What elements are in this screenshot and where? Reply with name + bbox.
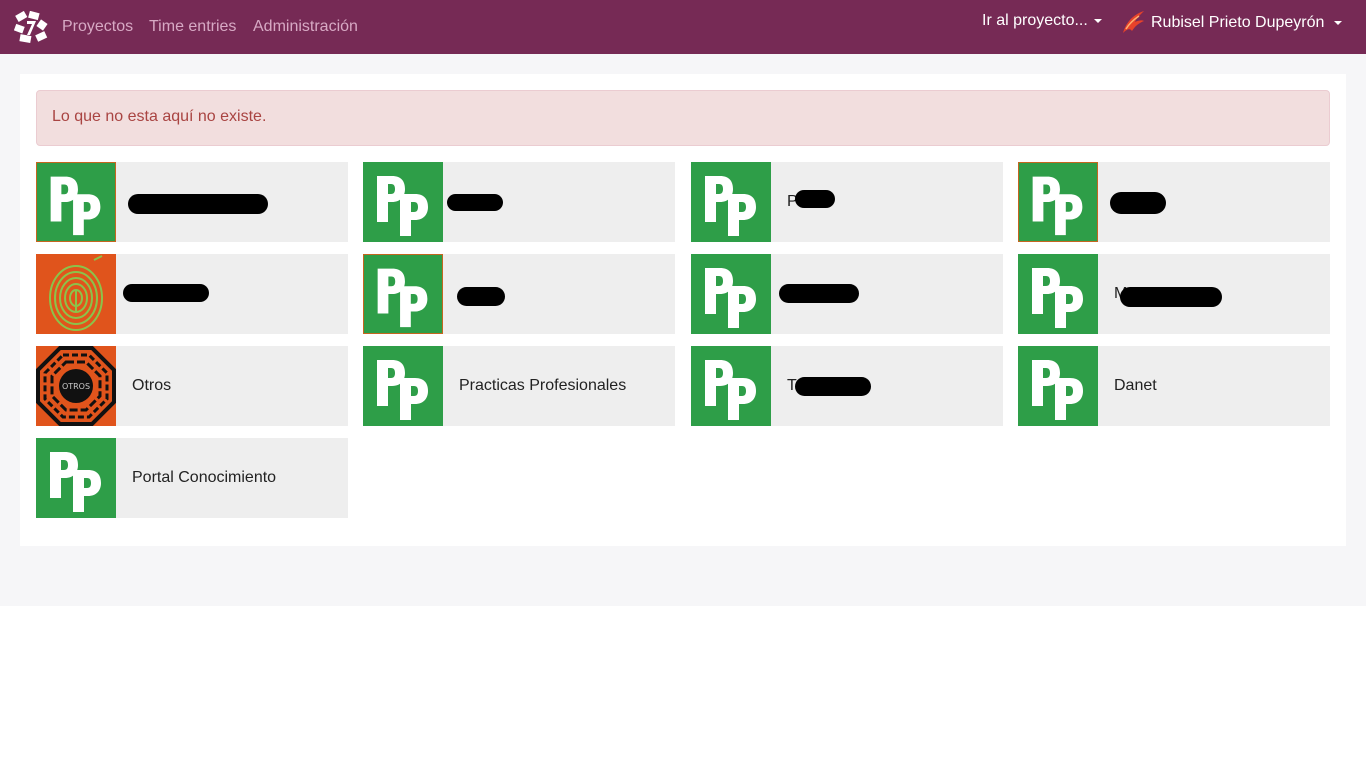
alert-message: Lo que no esta aquí no existe. xyxy=(36,90,1330,146)
project-name: Otros xyxy=(132,377,172,394)
redaction-mark xyxy=(457,287,505,306)
nav-link-time-entries[interactable]: Time entries xyxy=(149,18,236,36)
project-name: Practicas Profesionales xyxy=(459,377,627,394)
pp-logo-icon xyxy=(36,162,116,242)
app-logo-icon[interactable] xyxy=(14,11,48,43)
pp-logo-icon xyxy=(363,254,443,334)
user-avatar-icon[interactable] xyxy=(1120,9,1146,35)
nav-link-proyectos[interactable]: Proyectos xyxy=(62,18,133,36)
project-card[interactable] xyxy=(363,162,675,242)
project-card[interactable] xyxy=(36,254,348,334)
pp-logo-icon xyxy=(1018,162,1098,242)
pp-logo-icon xyxy=(691,162,771,242)
project-card[interactable]: P xyxy=(691,162,1003,242)
pp-logo-icon xyxy=(691,254,771,334)
pp-logo-icon xyxy=(36,438,116,518)
redaction-mark xyxy=(779,284,859,303)
caret-down-icon xyxy=(1093,18,1102,23)
project-card[interactable] xyxy=(1018,162,1330,242)
redaction-mark xyxy=(1110,192,1166,214)
pp-logo-icon xyxy=(363,162,443,242)
redaction-mark xyxy=(128,194,268,214)
goto-project-dropdown[interactable]: Ir al proyecto... xyxy=(982,12,1102,30)
project-card[interactable] xyxy=(36,162,348,242)
pp-logo-icon xyxy=(691,346,771,426)
redaction-mark xyxy=(123,284,209,302)
project-card[interactable]: Portal Conocimiento xyxy=(36,438,348,518)
project-card[interactable]: Danet xyxy=(1018,346,1330,426)
redaction-mark xyxy=(447,194,503,211)
pp-logo-icon xyxy=(1018,346,1098,426)
nav-link-administracion[interactable]: Administración xyxy=(253,18,358,36)
project-card[interactable]: T xyxy=(691,346,1003,426)
pp-logo-icon xyxy=(363,346,443,426)
project-card[interactable] xyxy=(363,254,675,334)
project-card[interactable]: Practicas Profesionales xyxy=(363,346,675,426)
project-card[interactable]: OTROS Otros xyxy=(36,346,348,426)
alert-text: Lo que no esta aquí no existe. xyxy=(52,108,267,125)
user-name: Rubisel Prieto Dupeyrón xyxy=(1151,14,1325,31)
project-name: Portal Conocimiento xyxy=(132,469,277,486)
project-card[interactable]: M xyxy=(1018,254,1330,334)
pp-logo-icon xyxy=(1018,254,1098,334)
fingerprint-logo-icon xyxy=(36,254,116,334)
otros-logo-icon: OTROS xyxy=(36,346,116,426)
caret-down-icon xyxy=(1334,20,1343,25)
project-name: Danet xyxy=(1114,377,1157,394)
project-card[interactable] xyxy=(691,254,1003,334)
redaction-mark xyxy=(1120,287,1222,307)
otros-logo-text: OTROS xyxy=(62,382,90,391)
top-navbar: Proyectos Time entries Administración Ir… xyxy=(0,0,1366,54)
goto-project-label: Ir al proyecto... xyxy=(982,12,1088,29)
redaction-mark xyxy=(795,190,835,208)
redaction-mark xyxy=(795,377,871,396)
user-menu-dropdown[interactable]: Rubisel Prieto Dupeyrón xyxy=(1151,14,1343,32)
